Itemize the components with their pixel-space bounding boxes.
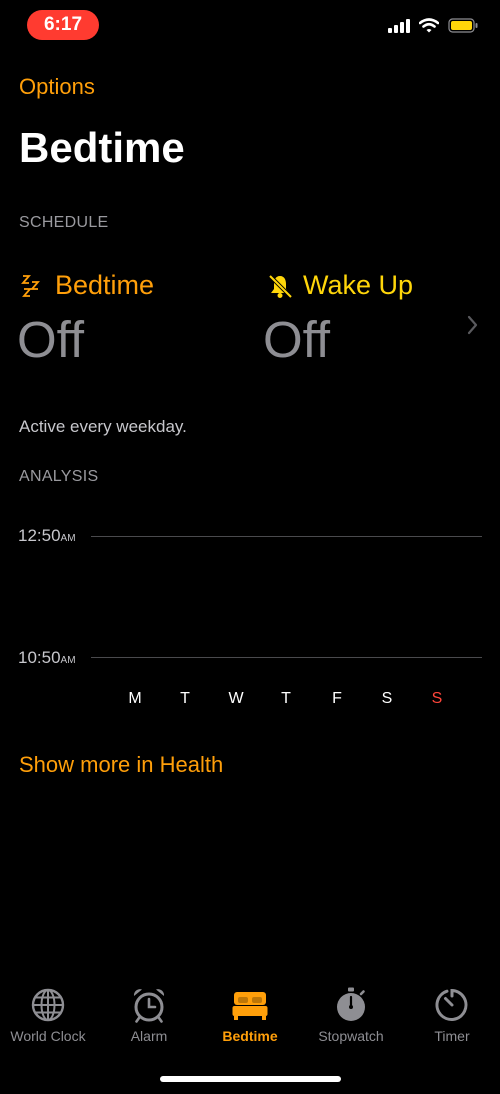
bedtime-schedule-label[interactable]: Bedtime: [20, 270, 154, 301]
options-button[interactable]: Options: [19, 74, 95, 100]
tick-suffix: AM: [60, 655, 76, 666]
bedtime-value[interactable]: Off: [17, 310, 84, 369]
tick-suffix: AM: [60, 533, 76, 544]
tab-stopwatch[interactable]: Stopwatch: [301, 986, 401, 1044]
analysis-tick-label: 10:50AM: [18, 648, 76, 668]
battery-icon: [448, 18, 478, 33]
bell-slash-icon: [268, 274, 293, 298]
analysis-section-header: ANALYSIS: [19, 468, 99, 485]
analysis-tick-label: 12:50AM: [18, 526, 76, 546]
tab-label: Alarm: [130, 1028, 168, 1044]
tab-label: Stopwatch: [318, 1028, 384, 1044]
tick-time: 12:50: [18, 526, 61, 545]
wakeup-value[interactable]: Off: [263, 310, 330, 369]
day-label: W: [228, 690, 244, 707]
tab-label: Bedtime: [222, 1028, 278, 1044]
tab-world-clock[interactable]: World Clock: [0, 986, 98, 1044]
chart-grid-line: [91, 657, 482, 658]
tab-label: World Clock: [10, 1028, 86, 1044]
wakeup-label-text: Wake Up: [303, 270, 414, 300]
day-label: M: [128, 690, 142, 707]
tick-time: 10:50: [18, 648, 61, 667]
globe-icon: [31, 988, 65, 1022]
status-icons: [388, 18, 478, 33]
day-label: T: [180, 690, 190, 707]
chevron-right-icon[interactable]: [466, 314, 480, 336]
wakeup-schedule-label[interactable]: Wake Up: [266, 270, 413, 301]
tab-label: Timer: [434, 1028, 470, 1044]
schedule-active-text: Active every weekday.: [19, 417, 187, 436]
wifi-icon: [419, 18, 439, 33]
tab-bedtime[interactable]: Bedtime: [200, 986, 300, 1044]
status-time: 6:17: [27, 10, 99, 40]
day-label: T: [281, 690, 291, 707]
page-title: Bedtime: [19, 124, 185, 171]
cellular-signal-icon: [388, 18, 410, 33]
tab-timer[interactable]: Timer: [402, 986, 500, 1044]
stopwatch-icon: [337, 987, 365, 1021]
day-label: F: [332, 690, 342, 707]
timer-icon: [435, 988, 468, 1021]
home-indicator[interactable]: [160, 1076, 341, 1082]
zzz-icon: [21, 274, 40, 297]
bedtime-label-text: Bedtime: [55, 270, 155, 300]
schedule-section-header: SCHEDULE: [19, 214, 109, 231]
bed-icon: [232, 992, 268, 1020]
day-label: S: [381, 690, 393, 707]
chart-grid-line: [91, 536, 482, 537]
alarm-clock-icon: [133, 989, 165, 1023]
show-more-in-health-link[interactable]: Show more in Health: [19, 752, 223, 778]
tab-alarm[interactable]: Alarm: [99, 986, 199, 1044]
day-label: S: [431, 690, 443, 707]
